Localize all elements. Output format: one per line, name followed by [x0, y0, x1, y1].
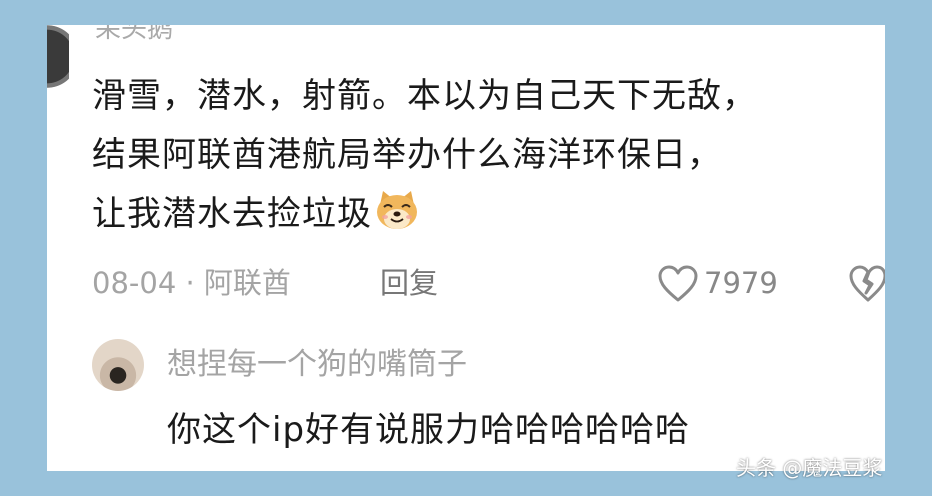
- heart-icon[interactable]: [657, 265, 699, 303]
- comment-body: 滑雪，潜水，射箭。本以为自己天下无敌， 结果阿联酋港航局举办什么海洋环保日， 让…: [92, 67, 882, 244]
- comment-date-location: 08-04 · 阿联酋: [92, 266, 291, 300]
- comment-line: 滑雪，潜水，射箭。本以为自己天下无敌，: [92, 76, 757, 116]
- reply-body: 你这个ip好有说服力哈哈哈哈哈哈: [167, 410, 691, 450]
- comment-card: 呆头鹅 滑雪，潜水，射箭。本以为自己天下无敌， 结果阿联酋港航局举办什么海洋环保…: [47, 25, 885, 471]
- comment-line-last: 让我潜水去捡垃圾: [92, 185, 882, 244]
- comment-line: 结果阿联酋港航局举办什么海洋环保日，: [92, 135, 722, 175]
- doge-icon: [377, 191, 417, 229]
- broken-heart-icon[interactable]: [848, 265, 885, 303]
- comment-meta: 08-04 · 阿联酋 回复 7979: [92, 261, 885, 305]
- commenter-avatar[interactable]: [47, 25, 69, 95]
- comment-line-text: 让我潜水去捡垃圾: [92, 194, 372, 234]
- reply-button[interactable]: 回复: [380, 261, 438, 305]
- commenter-username[interactable]: 呆头鹅: [95, 25, 173, 47]
- replier-username[interactable]: 想捏每一个狗的嘴筒子: [167, 345, 467, 385]
- watermark-text: 头条 @魔法豆浆: [736, 456, 883, 480]
- replier-avatar[interactable]: [92, 339, 144, 391]
- like-count: 7979: [704, 266, 778, 300]
